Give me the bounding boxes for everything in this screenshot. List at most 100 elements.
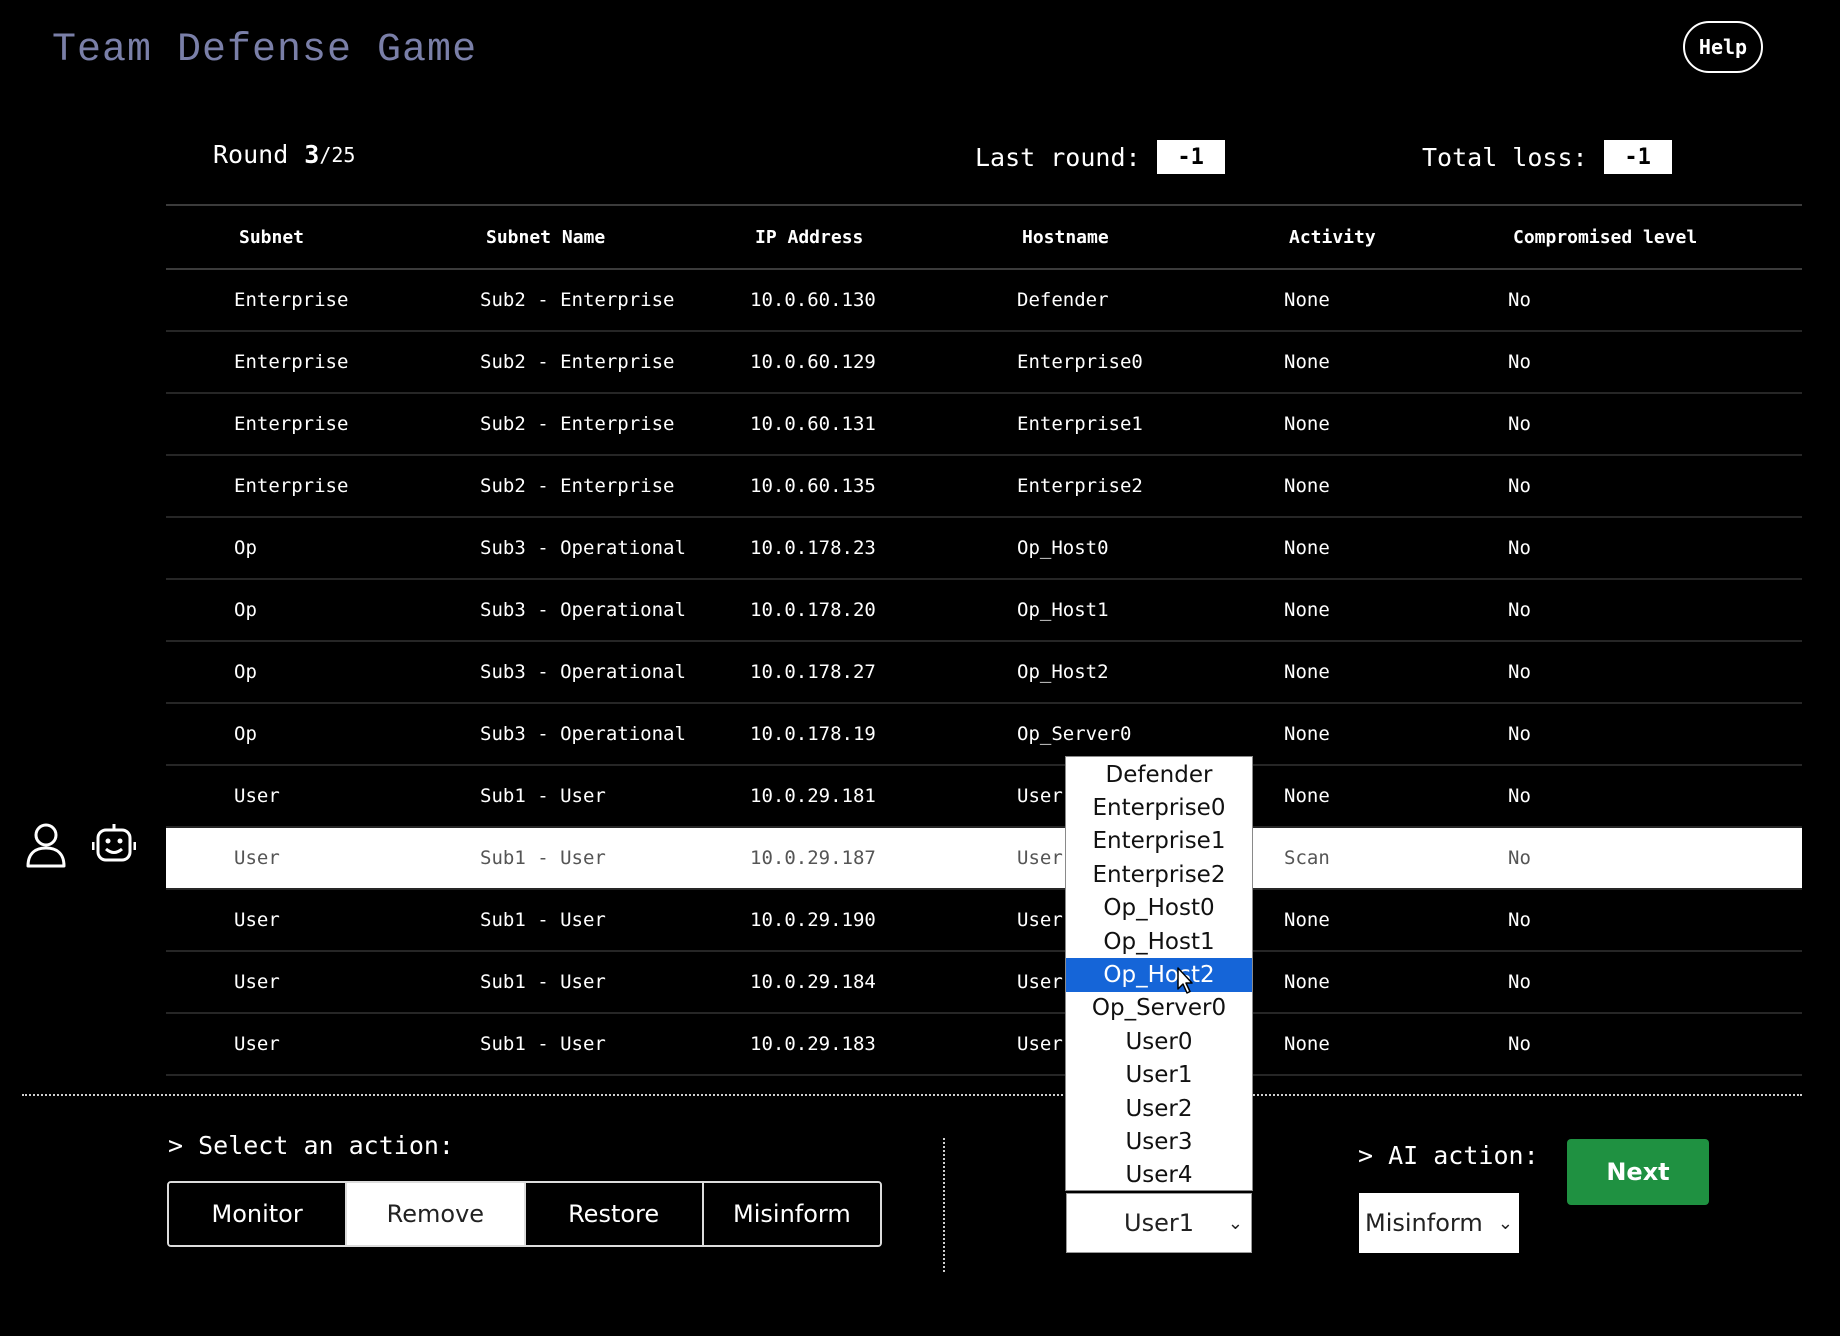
table-row[interactable]: Enterprise Sub2 - Enterprise 10.0.60.135 En… [166, 456, 1802, 518]
ip-address-cell: 10.0.29.190 [750, 909, 876, 931]
dropdown-option[interactable]: Op_Host1 [1066, 925, 1252, 958]
activity-cell: Scan [1284, 847, 1330, 869]
subnet-name-cell: Sub1 - User [480, 785, 606, 807]
ip-address-cell: 10.0.178.20 [750, 599, 876, 621]
compromised-level-cell: No [1508, 661, 1531, 683]
last-round-value: -1 [1156, 140, 1225, 174]
table-row[interactable]: User Sub1 - User 10.0.29.190 User None No [166, 890, 1802, 952]
table-row[interactable]: Op Sub3 - Operational 10.0.178.19 Op_Server… [166, 704, 1802, 766]
subnet-name-cell: Sub2 - Enterprise [480, 413, 675, 435]
subnet-cell: User [234, 1033, 280, 1055]
ai-action-select[interactable]: Misinform ⌄ [1359, 1193, 1519, 1253]
last-round-label: Last round: [975, 142, 1141, 172]
round-current: 3 [304, 140, 320, 169]
compromised-level-cell: No [1508, 475, 1531, 497]
table-row[interactable]: User Sub1 - User 10.0.29.181 User None No [166, 766, 1802, 828]
table-row[interactable]: Op Sub3 - Operational 10.0.178.20 Op_Host1 N… [166, 580, 1802, 642]
dropdown-option[interactable]: Op_Host0 [1066, 892, 1252, 925]
subnet-cell: Op [234, 661, 257, 683]
subnet-cell: Op [234, 723, 257, 745]
dropdown-option[interactable]: User0 [1066, 1025, 1252, 1058]
ip-address-cell: 10.0.178.19 [750, 723, 876, 745]
compromised-level-cell: No [1508, 847, 1531, 869]
remove-button[interactable]: Remove [347, 1183, 526, 1245]
round-total: /25 [319, 142, 356, 167]
table-row[interactable]: User Sub1 - User 10.0.29.184 User None No [166, 952, 1802, 1014]
host-select-value: User1 [1124, 1209, 1194, 1237]
subnet-cell: User [234, 847, 280, 869]
dropdown-option[interactable]: Enterprise1 [1066, 825, 1252, 858]
header-ip-address: IP Address [755, 226, 864, 248]
activity-cell: None [1284, 785, 1330, 807]
header-subnet: Subnet [239, 226, 305, 248]
dropdown-option[interactable]: Op_Host2 [1066, 958, 1252, 992]
activity-cell: None [1284, 909, 1330, 931]
table-row[interactable]: User Sub1 - User 10.0.29.183 User None No [166, 1014, 1802, 1076]
page-title: Team Defense Game [52, 28, 478, 73]
last-round-stat: Last round: -1 [975, 140, 1225, 174]
subnet-name-cell: Sub1 - User [480, 847, 606, 869]
compromised-level-cell: No [1508, 1033, 1531, 1055]
subnet-cell: User [234, 909, 280, 931]
restore-button[interactable]: Restore [525, 1183, 704, 1245]
dropdown-option[interactable]: User1 [1066, 1059, 1252, 1092]
subnet-cell: Enterprise [234, 413, 349, 435]
hostname-cell: Op_Host2 [1017, 661, 1109, 683]
hostname-cell: Enterprise2 [1017, 475, 1143, 497]
subnet-cell: User [234, 785, 280, 807]
dropdown-option[interactable]: User4 [1066, 1159, 1252, 1192]
activity-cell: None [1284, 413, 1330, 435]
chevron-down-icon: ⌄ [1497, 1212, 1513, 1234]
hosts-table: Subnet Subnet Name IP Address Hostname A… [166, 204, 1802, 1076]
table-row[interactable]: Op Sub3 - Operational 10.0.178.23 Op_Host0 N… [166, 518, 1802, 580]
user-icon[interactable] [24, 822, 68, 868]
dropdown-option[interactable]: Defender [1066, 758, 1252, 791]
ip-address-cell: 10.0.29.181 [750, 785, 876, 807]
misinform-button[interactable]: Misinform [703, 1183, 880, 1245]
dropdown-option[interactable]: Enterprise2 [1066, 858, 1252, 891]
compromised-level-cell: No [1508, 351, 1531, 373]
ip-address-cell: 10.0.29.183 [750, 1033, 876, 1055]
hostname-cell: Op_Host1 [1017, 599, 1109, 621]
round-label: Round [213, 140, 289, 169]
ip-address-cell: 10.0.29.184 [750, 971, 876, 993]
compromised-level-cell: No [1508, 909, 1531, 931]
ai-action-value: Misinform [1365, 1209, 1483, 1237]
monitor-button[interactable]: Monitor [169, 1183, 348, 1245]
chevron-down-icon: ⌄ [1227, 1212, 1243, 1234]
ip-address-cell: 10.0.60.131 [750, 413, 876, 435]
dropdown-option[interactable]: Op_Server0 [1066, 992, 1252, 1025]
next-button[interactable]: Next [1567, 1139, 1709, 1205]
dropdown-option[interactable]: User2 [1066, 1092, 1252, 1125]
activity-cell: None [1284, 1033, 1330, 1055]
ip-address-cell: 10.0.178.23 [750, 537, 876, 559]
activity-cell: None [1284, 537, 1330, 559]
host-select[interactable]: User1 ⌄ [1066, 1193, 1252, 1253]
robot-icon[interactable] [92, 822, 136, 868]
table-row-selected[interactable]: User Sub1 - User 10.0.29.187 User Scan No [166, 828, 1802, 890]
total-loss-value: -1 [1603, 140, 1672, 174]
dropdown-option[interactable]: User3 [1066, 1125, 1252, 1158]
ip-address-cell: 10.0.60.129 [750, 351, 876, 373]
help-button[interactable]: Help [1683, 21, 1763, 73]
table-header: Subnet Subnet Name IP Address Hostname A… [166, 206, 1802, 270]
table-row[interactable]: Enterprise Sub2 - Enterprise 10.0.60.131 En… [166, 394, 1802, 456]
page: Team Defense Game Help Round 3/25 Last r… [0, 0, 1840, 1336]
hostname-cell: User [1017, 847, 1063, 869]
action-button-group: Monitor Remove Restore Misinform [167, 1181, 882, 1247]
table-row[interactable]: Op Sub3 - Operational 10.0.178.27 Op_Host2 N… [166, 642, 1802, 704]
compromised-level-cell: No [1508, 289, 1531, 311]
total-loss-stat: Total loss: -1 [1422, 140, 1672, 174]
host-dropdown-list[interactable]: Defender Enterprise0 Enterprise1 Enterprise… [1065, 756, 1253, 1191]
dropdown-option[interactable]: Enterprise0 [1066, 791, 1252, 824]
subnet-name-cell: Sub2 - Enterprise [480, 475, 675, 497]
subnet-cell: Enterprise [234, 289, 349, 311]
subnet-name-cell: Sub1 - User [480, 971, 606, 993]
hostname-cell: User [1017, 785, 1063, 807]
section-divider [22, 1094, 1802, 1096]
compromised-level-cell: No [1508, 785, 1531, 807]
table-row[interactable]: Enterprise Sub2 - Enterprise 10.0.60.130 De… [166, 270, 1802, 332]
subnet-cell: User [234, 971, 280, 993]
table-row[interactable]: Enterprise Sub2 - Enterprise 10.0.60.129 En… [166, 332, 1802, 394]
subnet-cell: Op [234, 537, 257, 559]
